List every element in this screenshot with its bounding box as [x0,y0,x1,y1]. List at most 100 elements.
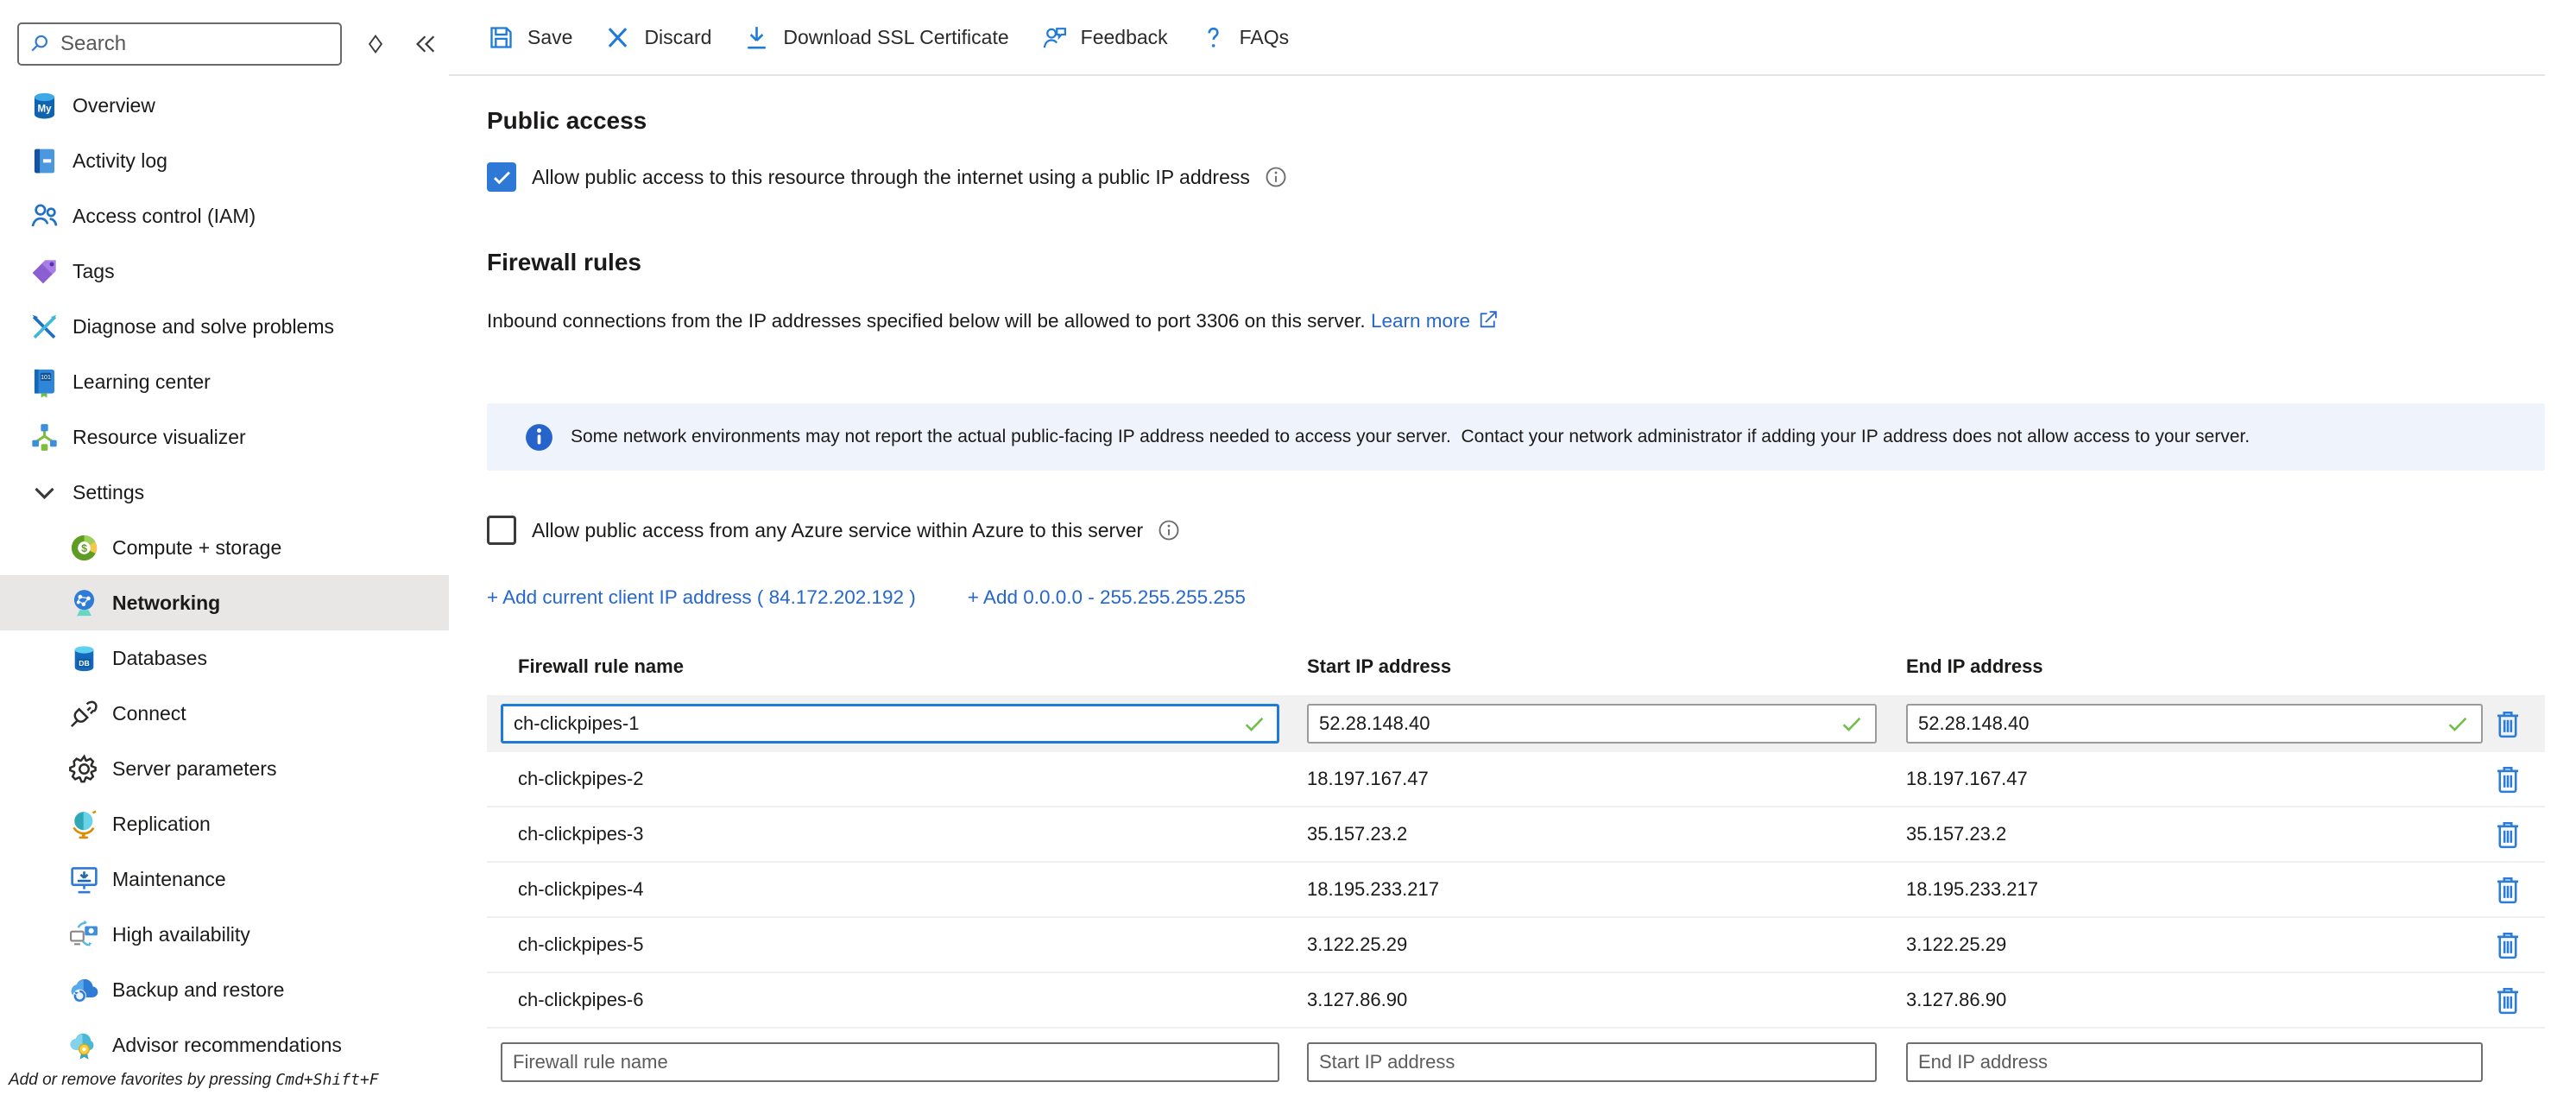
delete-rule-button[interactable] [2493,707,2522,740]
sidebar-item-databases[interactable]: DB Databases [0,630,449,686]
public-access-checkbox-row: Allow public access to this resource thr… [487,162,2545,192]
sidebar-item-advisor[interactable]: Advisor recommendations [0,1017,449,1073]
download-icon [742,23,783,52]
command-bar: Save Discard Download SSL Certificate Fe… [449,0,2545,76]
feedback-button[interactable]: Feedback [1040,23,1168,52]
sidebar-item-maintenance[interactable]: Maintenance [0,851,449,907]
info-icon[interactable] [1264,165,1288,189]
activity-log-icon [26,143,62,178]
backup-restore-icon [66,972,102,1007]
high-availability-icon [66,917,102,952]
firewall-rule-edit-row [487,695,2545,752]
collapse-sidebar-icon[interactable] [413,31,439,57]
sidebar-item-diagnose[interactable]: Diagnose and solve problems [0,299,449,354]
sidebar-item-access-control[interactable]: Access control (IAM) [0,188,449,244]
end-ip-input[interactable] [1906,704,2483,744]
sidebar-item-resource-visualizer[interactable]: Resource visualizer [0,409,449,465]
sidebar-nav: My Overview Activity log Access control … [0,78,449,1073]
sidebar-item-high-availability[interactable]: High availability [0,907,449,962]
azure-services-checkbox[interactable] [487,516,516,545]
public-access-checkbox-label: Allow public access to this resource thr… [532,166,1250,189]
add-current-client-ip-link[interactable]: + Add current client IP address ( 84.172… [487,586,916,609]
favorites-hint-text: Add or remove favorites by pressing [9,1071,275,1089]
delete-rule-button[interactable] [2493,818,2522,851]
save-icon [487,23,527,52]
faqs-button[interactable]: FAQs [1199,23,1290,52]
rule-end-ip: 35.157.23.2 [1906,823,2493,845]
tags-icon [26,254,62,288]
info-icon[interactable] [1157,518,1181,542]
databases-icon: DB [66,641,102,675]
sidebar-item-replication[interactable]: Replication [0,796,449,851]
azure-portal-networking-blade: My Overview Activity log Access control … [0,0,2576,1095]
sidebar-item-server-parameters[interactable]: Server parameters [0,741,449,796]
sidebar-item-overview[interactable]: My Overview [0,78,449,133]
column-header-rule-name: Firewall rule name [487,655,1307,678]
rule-end-ip: 18.195.233.217 [1906,878,2493,901]
sidebar-search-row [0,0,449,66]
learning-center-icon: 101 [26,364,62,399]
delete-rule-button[interactable] [2493,928,2522,961]
sidebar-item-connect[interactable]: Connect [0,686,449,741]
learn-more-link[interactable]: Learn more [1371,310,1499,332]
azure-services-checkbox-label: Allow public access from any Azure servi… [532,519,1143,542]
svg-text:$: $ [81,541,87,554]
add-all-ips-link[interactable]: + Add 0.0.0.0 - 255.255.255.255 [968,586,1246,609]
feedback-icon [1040,23,1081,52]
add-ip-links: + Add current client IP address ( 84.172… [487,586,2545,609]
rule-start-ip: 35.157.23.2 [1307,823,1906,845]
delete-rule-button[interactable] [2493,763,2522,795]
sidebar-item-tags[interactable]: Tags [0,244,449,299]
server-parameters-icon [66,751,102,786]
rule-start-ip: 18.195.233.217 [1307,878,1906,901]
firewall-rule-rows: ch-clickpipes-2 18.197.167.47 18.197.167… [487,752,2545,1029]
new-start-ip-input[interactable] [1307,1042,1877,1082]
networking-content: Public access Allow public access to thi… [449,76,2576,1084]
save-button[interactable]: Save [487,23,572,52]
rule-name: ch-clickpipes-4 [487,878,1307,901]
rule-end-ip: 3.122.25.29 [1906,934,2493,956]
main-pane: Save Discard Download SSL Certificate Fe… [449,0,2576,1095]
column-header-end-ip: End IP address [1906,655,2493,678]
sidebar-item-settings[interactable]: Settings [0,465,449,520]
firewall-rule-row: ch-clickpipes-3 35.157.23.2 35.157.23.2 [487,807,2545,863]
info-banner-text: Some network environments may not report… [571,427,2250,447]
access-control-icon [26,199,62,233]
maintenance-icon [66,862,102,896]
sidebar-item-activity-log[interactable]: Activity log [0,133,449,188]
search-input[interactable] [60,32,331,56]
networking-icon [66,585,102,620]
question-mark-icon [1199,23,1240,52]
sidebar-item-learning-center[interactable]: 101 Learning center [0,354,449,409]
delete-rule-button[interactable] [2493,873,2522,906]
firewall-description: Inbound connections from the IP addresse… [487,309,2545,332]
delete-rule-button[interactable] [2493,984,2522,1016]
firewall-rule-row: ch-clickpipes-6 3.127.86.90 3.127.86.90 [487,973,2545,1029]
sidebar-item-backup-restore[interactable]: Backup and restore [0,962,449,1017]
discard-button[interactable]: Discard [603,23,711,52]
download-ssl-certificate-button[interactable]: Download SSL Certificate [742,23,1008,52]
rule-start-ip: 3.127.86.90 [1307,989,1906,1011]
diamond-icon[interactable] [363,31,388,57]
rule-name: ch-clickpipes-3 [487,823,1307,845]
sidebar-item-networking[interactable]: Networking [0,575,449,630]
new-rule-name-input[interactable] [501,1042,1279,1082]
resource-menu-sidebar: My Overview Activity log Access control … [0,0,449,1095]
firewall-rule-row: ch-clickpipes-2 18.197.167.47 18.197.167… [487,752,2545,807]
public-access-checkbox[interactable] [487,162,516,192]
replication-icon [66,807,102,841]
connect-icon [66,696,102,731]
start-ip-input[interactable] [1307,704,1877,744]
valid-check-icon [1839,711,1865,737]
sidebar-search-box[interactable] [17,22,342,66]
favorites-hint: Add or remove favorites by pressing Cmd+… [9,1071,379,1090]
external-link-icon [1470,310,1499,332]
sidebar-item-compute-storage[interactable]: $ Compute + storage [0,520,449,575]
rule-name-input[interactable] [501,704,1279,744]
rule-name: ch-clickpipes-2 [487,768,1307,790]
rule-start-ip: 18.197.167.47 [1307,768,1906,790]
new-end-ip-input[interactable] [1906,1042,2483,1082]
info-filled-icon [523,421,555,453]
azure-services-checkbox-row: Allow public access from any Azure servi… [487,516,2545,545]
valid-check-icon [2445,711,2471,737]
